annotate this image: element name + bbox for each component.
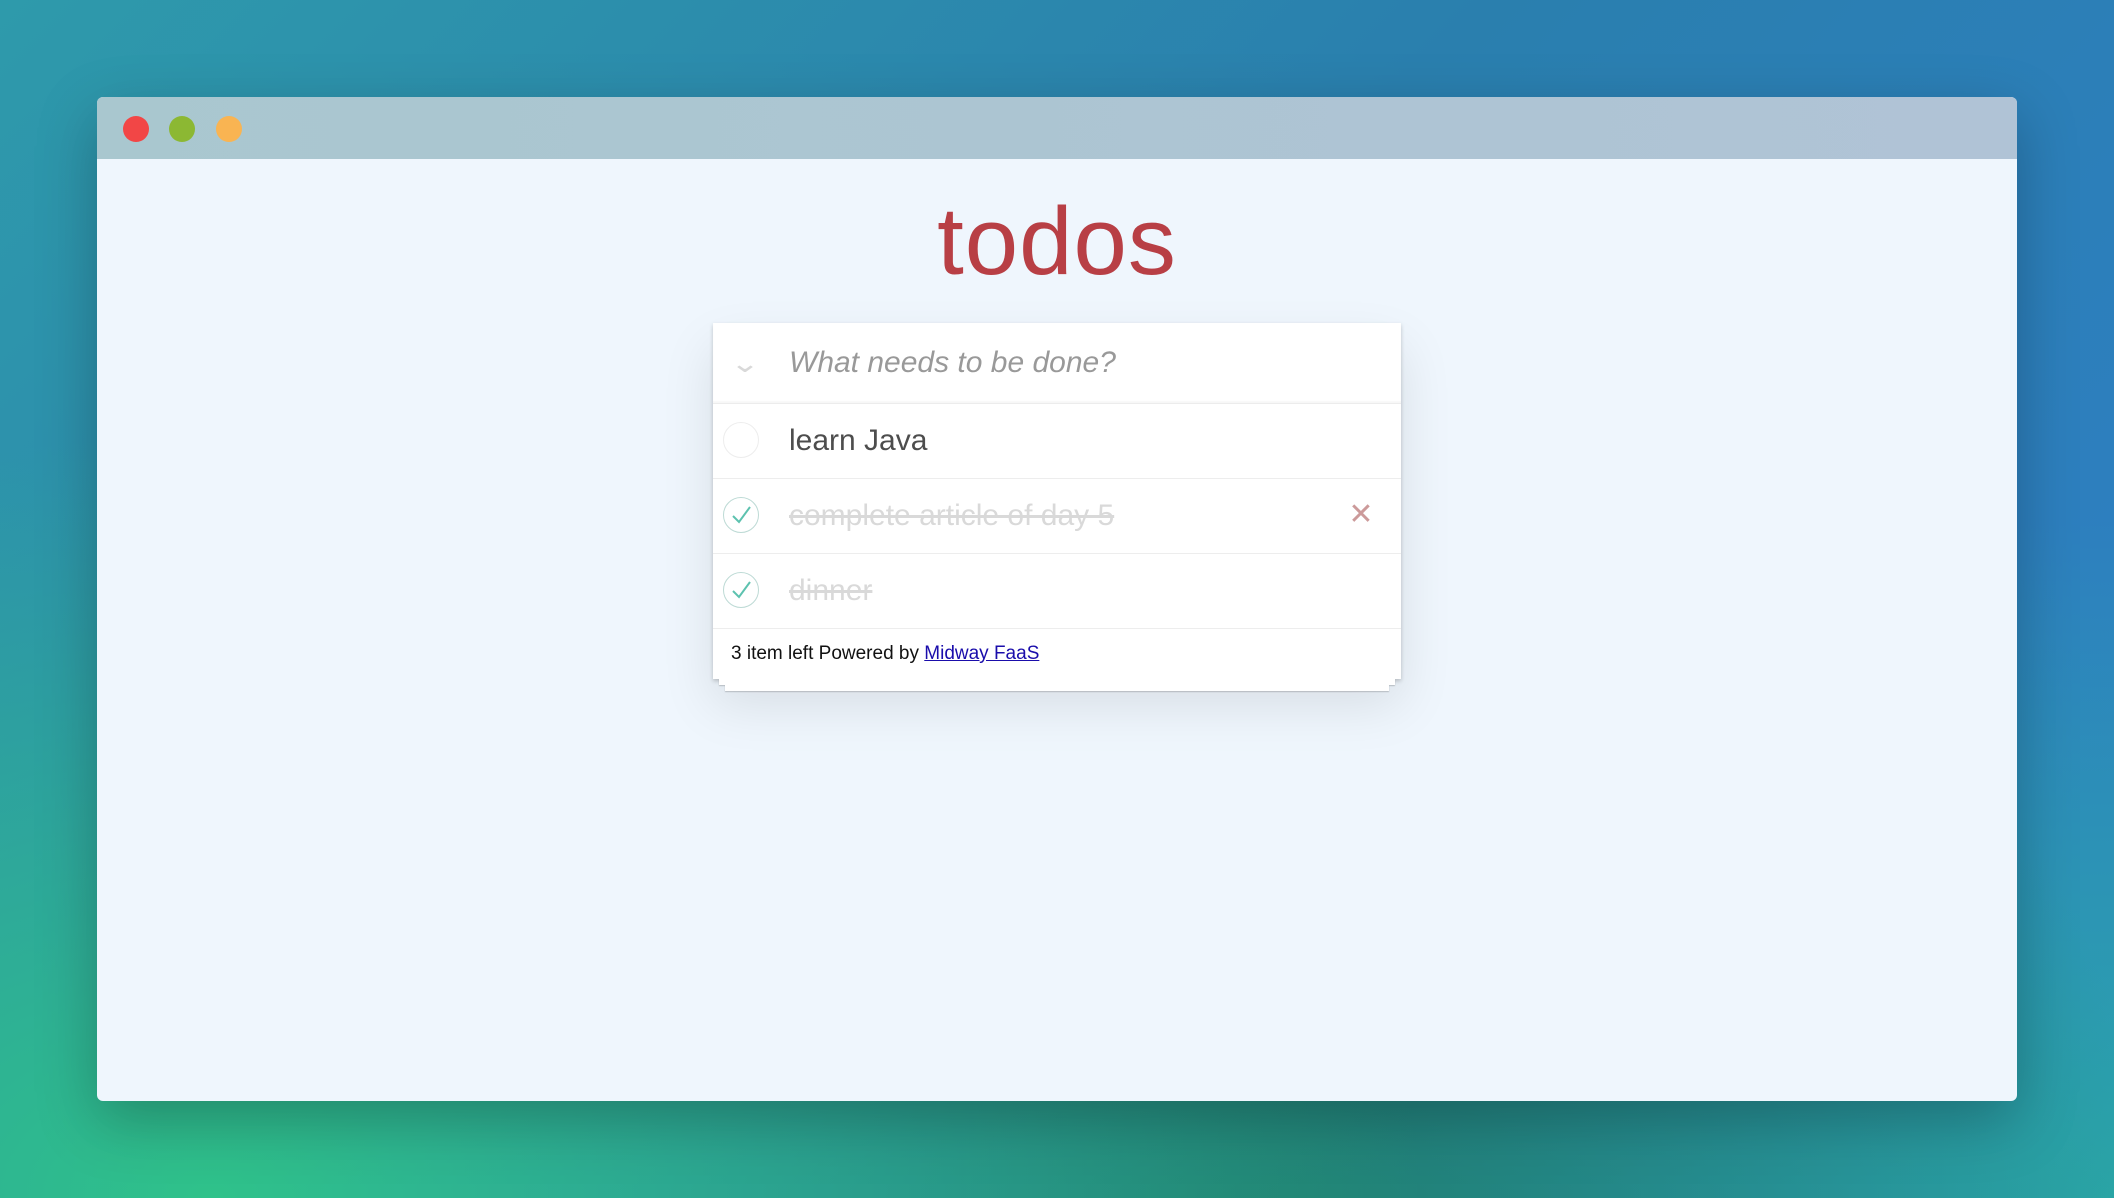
todo-label[interactable]: learn Java xyxy=(789,404,927,478)
chevron-down-icon[interactable]: ⌄ xyxy=(723,347,768,379)
todo-footer: 3 item left Powered by Midway FaaS xyxy=(713,629,1401,679)
todo-label[interactable]: dinner xyxy=(789,554,872,628)
maximize-window-button[interactable] xyxy=(216,116,242,142)
minimize-window-button[interactable] xyxy=(169,116,195,142)
todo-toggle-checkbox[interactable] xyxy=(723,497,759,533)
todo-item: complete article of day 5 ✕ xyxy=(713,479,1401,554)
todo-toggle-checkbox[interactable] xyxy=(723,572,759,608)
items-left-count: 3 item left Powered by xyxy=(731,643,925,664)
window-titlebar xyxy=(97,97,2017,159)
checkmark-icon xyxy=(732,506,751,524)
paper-stack-shadow xyxy=(725,685,1389,691)
page-title: todos xyxy=(937,188,1177,295)
checkmark-icon xyxy=(732,581,751,599)
todo-item: dinner xyxy=(713,554,1401,629)
midway-faas-link[interactable]: Midway FaaS xyxy=(924,643,1039,665)
new-todo-row: ⌄ xyxy=(713,323,1405,404)
close-icon[interactable]: ✕ xyxy=(1343,497,1379,533)
todo-app: ⌄ learn Java complete article of day 5 ✕ xyxy=(713,323,1405,691)
todo-label[interactable]: complete article of day 5 xyxy=(789,479,1114,553)
new-todo-input[interactable] xyxy=(773,323,1405,403)
todo-toggle-checkbox[interactable] xyxy=(723,422,759,458)
browser-window: todos ⌄ learn Java complete article of d… xyxy=(97,97,2017,1101)
todo-list: learn Java complete article of day 5 ✕ d… xyxy=(713,404,1401,629)
todo-item: learn Java xyxy=(713,404,1401,479)
close-window-button[interactable] xyxy=(123,116,149,142)
